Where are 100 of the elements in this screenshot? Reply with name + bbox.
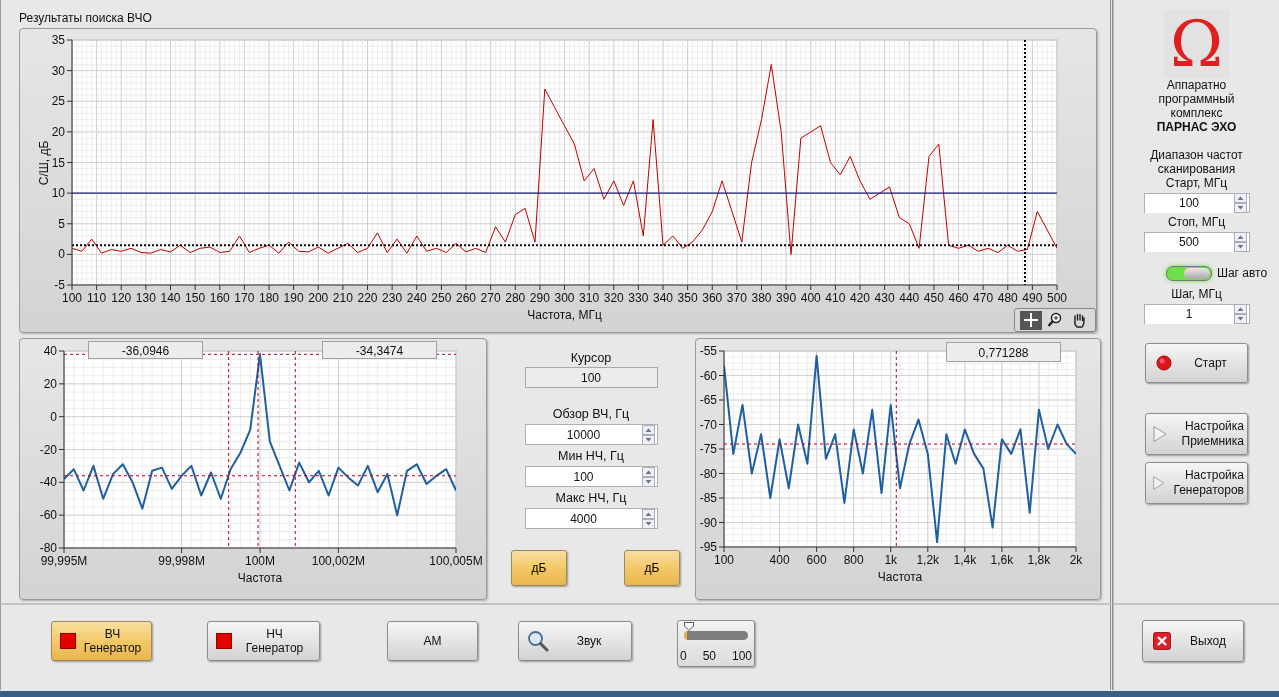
tick-label: -90 <box>699 515 717 530</box>
settings-button[interactable]: Настройка Генераторов <box>1145 462 1248 504</box>
start-button[interactable]: Старт <box>1145 343 1248 383</box>
sound-button[interactable]: Звук <box>518 621 632 661</box>
tick-label: 100,002M <box>311 554 366 568</box>
cursor-value-display: 100 <box>524 367 658 388</box>
number-field[interactable]: 1 <box>1143 304 1250 324</box>
tick-label: -85 <box>699 491 717 505</box>
tick-label: -60 <box>39 508 57 523</box>
number-field[interactable]: 100 <box>1143 193 1250 213</box>
hand-icon <box>1071 312 1087 328</box>
spin-buttons[interactable] <box>1233 193 1247 213</box>
tick-label: 280 <box>505 291 526 305</box>
spin-buttons[interactable] <box>641 424 655 445</box>
number-field[interactable]: 4000 <box>524 508 658 529</box>
spin-buttons[interactable] <box>641 508 655 529</box>
cursor-readout: -36,0946 <box>88 341 203 359</box>
led-icon <box>1156 355 1172 371</box>
tick-label: 120 <box>111 291 132 305</box>
field-label: Стоп, МГц <box>1167 215 1226 229</box>
tick-label: 10 <box>51 186 65 201</box>
tick-label: 130 <box>135 291 156 305</box>
number-field[interactable]: 100 <box>524 466 658 487</box>
tick-label: 310 <box>579 291 600 305</box>
tick-label: 600 <box>806 553 827 567</box>
field-label: Обзор ВЧ, Гц <box>552 406 630 422</box>
tick-label: 230 <box>382 291 403 305</box>
tick-label: -40 <box>39 475 57 490</box>
field-label: Курсор <box>570 350 612 366</box>
tick-label: 240 <box>406 291 427 305</box>
tick-label: 100 <box>714 553 734 567</box>
settings-button[interactable]: Настройка Приемника <box>1145 413 1248 455</box>
slider-track[interactable] <box>684 631 748 640</box>
tick-label: 2k <box>1069 553 1083 567</box>
tick-label: 200 <box>308 291 329 305</box>
spin-buttons[interactable] <box>1233 232 1247 252</box>
tick-label: -55 <box>699 344 717 358</box>
cursor-line[interactable] <box>895 350 897 548</box>
tick-label: 0 <box>50 409 57 424</box>
tick-label: -60 <box>699 368 717 383</box>
tick-label: 460 <box>948 291 969 305</box>
crosshair-icon <box>1023 312 1039 328</box>
number-field[interactable]: 10000 <box>524 424 658 445</box>
tick-label: 500 <box>1047 291 1067 305</box>
product-name: ПАРНАС ЭХО <box>1156 120 1237 134</box>
generator-button[interactable]: ВЧ Генератор <box>51 621 152 661</box>
plain-button[interactable]: АМ <box>387 621 478 661</box>
tick-label: -80 <box>39 541 57 555</box>
generator-button[interactable]: НЧ Генератор <box>207 621 320 661</box>
tick-label: 20 <box>43 376 57 391</box>
tick-label: 99,998M <box>158 554 205 568</box>
tick-label: 400 <box>800 291 821 305</box>
db-button[interactable]: дБ <box>511 550 567 586</box>
tick-label: 150 <box>185 291 206 305</box>
axis-title: Частота <box>237 571 283 585</box>
tick-label: 480 <box>997 291 1018 305</box>
tick-label: 220 <box>357 291 378 305</box>
logo: Ω <box>1164 10 1229 78</box>
tick-label: -75 <box>699 442 717 456</box>
cursor-readout: 0,771288 <box>946 342 1061 362</box>
cursor-line[interactable] <box>228 350 230 549</box>
tick-label: 100M <box>245 554 275 568</box>
spin-buttons[interactable] <box>641 466 655 487</box>
tick-label: 100 <box>731 648 752 663</box>
tick-label: 170 <box>234 291 255 305</box>
tick-label: 210 <box>332 291 353 305</box>
tick-label: 250 <box>431 291 452 305</box>
square-icon <box>60 633 76 649</box>
tick-label: -5 <box>54 278 65 292</box>
search-icon <box>527 630 549 652</box>
tick-label: 410 <box>825 291 846 305</box>
tick-label: 320 <box>603 291 624 305</box>
exit-button[interactable]: Выход <box>1142 620 1244 662</box>
zoom-icon <box>1047 312 1063 328</box>
tick-label: 430 <box>874 291 895 305</box>
tick-label: 380 <box>751 291 772 305</box>
tick-label: 20 <box>51 124 65 139</box>
field-label: Шаг, МГц <box>1171 287 1222 301</box>
tick-label: 1,4k <box>953 553 977 567</box>
tick-label: 330 <box>628 291 649 305</box>
tick-label: 5 <box>58 216 65 231</box>
tick-label: 440 <box>899 291 920 305</box>
tick-label: 160 <box>209 291 230 305</box>
cursor-readout: -34,3474 <box>322 341 437 359</box>
spin-buttons[interactable] <box>1233 304 1247 324</box>
tick-label: 1,8k <box>1027 553 1051 567</box>
tick-label: -70 <box>699 417 717 432</box>
crosshair-tool-button[interactable] <box>1020 310 1042 330</box>
axis-title: Частота, МГц <box>527 308 602 322</box>
tick-label: -20 <box>39 442 57 457</box>
tick-label: 0 <box>58 247 65 262</box>
play-icon <box>1152 474 1166 492</box>
tick-label: 50 <box>702 648 716 663</box>
cursor-line[interactable] <box>257 350 259 549</box>
number-field[interactable]: 500 <box>1143 232 1250 252</box>
tick-label: 370 <box>726 291 747 305</box>
tick-label: 260 <box>456 291 476 305</box>
tick-label: 1,2k <box>916 553 940 567</box>
db-button[interactable]: дБ <box>624 550 680 586</box>
toggle-switch[interactable] <box>1165 265 1212 281</box>
